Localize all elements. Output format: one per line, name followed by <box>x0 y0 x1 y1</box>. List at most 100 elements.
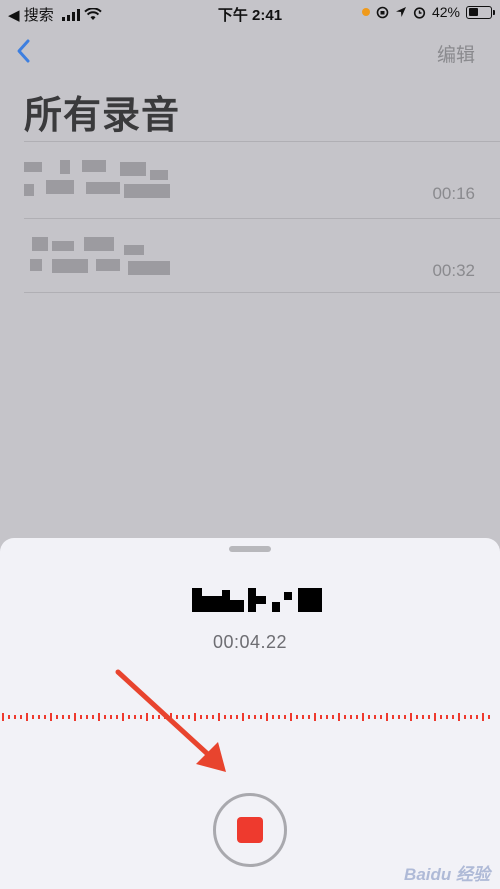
stop-recording-button[interactable] <box>213 793 287 867</box>
waveform-tick <box>242 713 244 721</box>
waveform-tick <box>116 715 118 719</box>
waveform-tick <box>374 715 376 719</box>
waveform-tick <box>170 713 172 721</box>
waveform-tick <box>32 715 34 719</box>
waveform-tick <box>188 715 190 719</box>
waveform-tick <box>164 715 166 719</box>
waveform-tick <box>296 715 298 719</box>
waveform-tick <box>134 715 136 719</box>
waveform-tick <box>482 713 484 721</box>
waveform-tick <box>344 715 346 719</box>
waveform-tick <box>314 713 316 721</box>
waveform-tick <box>422 715 424 719</box>
waveform-tick <box>386 713 388 721</box>
waveform-tick <box>50 713 52 721</box>
waveform-tick <box>8 715 10 719</box>
waveform-tick <box>446 715 448 719</box>
back-chevron-icon[interactable] <box>14 36 34 66</box>
waveform-tick <box>128 715 130 719</box>
waveform-tick <box>26 713 28 721</box>
recording-duration: 00:32 <box>432 261 475 280</box>
waveform-tick <box>110 715 112 719</box>
waveform-tick <box>428 715 430 719</box>
recording-timer: 00:04.22 <box>212 632 288 652</box>
waveform-tick <box>368 715 370 719</box>
recording-duration: 00:16 <box>432 184 475 203</box>
waveform-tick <box>380 715 382 719</box>
waveform-tick <box>218 713 220 721</box>
waveform-tick <box>44 715 46 719</box>
recording-title-pixelated <box>190 588 325 614</box>
waveform-tick <box>206 715 208 719</box>
waveform-tick <box>320 715 322 719</box>
waveform-tick <box>338 713 340 721</box>
microphone-in-use-dot-icon <box>361 8 370 16</box>
waveform-tick <box>146 713 148 721</box>
waveform-tick <box>416 715 418 719</box>
status-right: 42% <box>361 4 495 20</box>
waveform-tick <box>230 715 232 719</box>
waveform-tick <box>362 713 364 721</box>
waveform-tick <box>470 715 472 719</box>
battery-percent: 42% <box>431 4 460 20</box>
waveform-tick <box>332 715 334 719</box>
page-title: 所有录音 <box>24 95 181 137</box>
waveform-tick <box>392 715 394 719</box>
waveform-tick <box>308 715 310 719</box>
stop-square-icon <box>237 817 263 843</box>
waveform-tick <box>260 715 262 719</box>
waveform-tick <box>434 713 436 721</box>
waveform-tick <box>194 713 196 721</box>
waveform-tick <box>452 715 454 719</box>
waveform-tick <box>488 715 490 719</box>
edit-button[interactable]: 编辑 <box>437 40 475 67</box>
divider <box>24 292 500 293</box>
sheet-grabber-handle[interactable] <box>229 546 271 552</box>
waveform-tick <box>302 715 304 719</box>
waveform-tick <box>254 715 256 719</box>
waveform-tick <box>140 715 142 719</box>
waveform-tick <box>284 715 286 719</box>
waveform-tick <box>68 715 70 719</box>
waveform-tick <box>56 715 58 719</box>
waveform-tick <box>14 715 16 719</box>
waveform-tick <box>92 715 94 719</box>
waveform-tick <box>326 715 328 719</box>
waveform-tick <box>248 715 250 719</box>
waveform-tick <box>224 715 226 719</box>
waveform-tick <box>458 713 460 721</box>
waveform-tick <box>122 713 124 721</box>
waveform-tick <box>266 713 268 721</box>
waveform-tick <box>2 713 4 721</box>
waveform-tick <box>398 715 400 719</box>
recording-name-pixelated <box>24 237 174 279</box>
alarm-icon <box>413 6 426 19</box>
recording-name-pixelated <box>24 160 174 202</box>
waveform-tick <box>158 715 160 719</box>
waveform-tick <box>236 715 238 719</box>
waveform-tick <box>182 715 184 719</box>
waveform-tick <box>278 715 280 719</box>
waveform-tick <box>176 715 178 719</box>
waveform-tick <box>80 715 82 719</box>
waveform-tick <box>104 715 106 719</box>
baidu-watermark: Baidu 经验 <box>404 865 490 884</box>
audio-waveform <box>2 713 490 721</box>
battery-icon <box>466 5 495 19</box>
waveform-tick <box>38 715 40 719</box>
waveform-tick <box>356 715 358 719</box>
status-bar: ◀ 搜索 下午 2:41 42% <box>0 0 500 26</box>
waveform-tick <box>86 715 88 719</box>
waveform-tick <box>464 715 466 719</box>
orientation-lock-icon <box>376 6 389 18</box>
waveform-tick <box>350 715 352 719</box>
waveform-tick <box>152 715 154 719</box>
location-arrow-icon <box>395 7 406 17</box>
recording-list-item[interactable]: 00:16 <box>0 142 500 218</box>
recording-list-item[interactable]: 00:32 <box>0 219 500 295</box>
waveform-tick <box>62 715 64 719</box>
waveform-tick <box>200 715 202 719</box>
waveform-tick <box>212 715 214 719</box>
waveform-tick <box>74 713 76 721</box>
waveform-tick <box>290 713 292 721</box>
